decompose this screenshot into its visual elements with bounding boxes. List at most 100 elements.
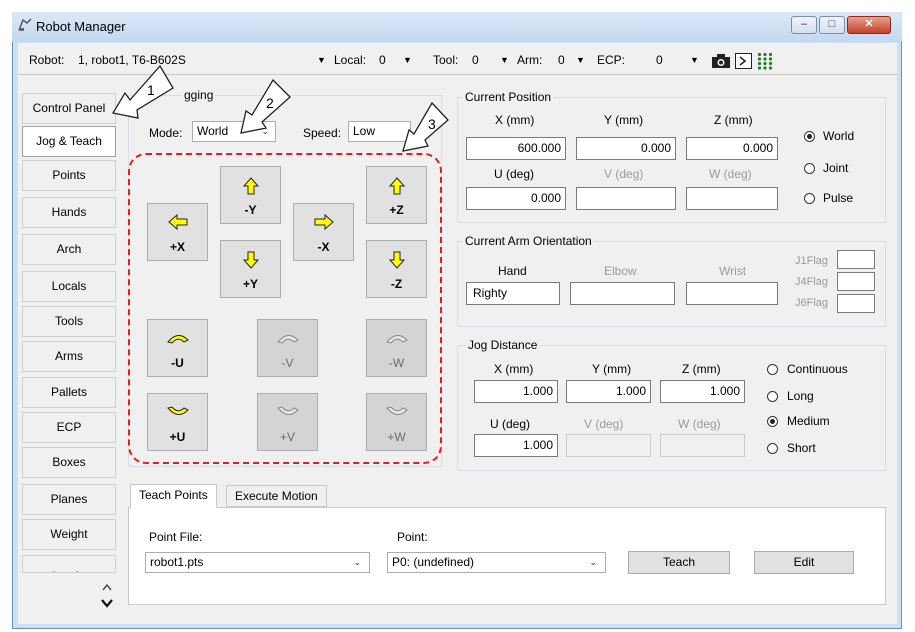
tab-teach-points[interactable]: Teach Points bbox=[130, 484, 217, 508]
speed-label: Speed: bbox=[303, 126, 342, 140]
jog-pos-x-label: +X bbox=[169, 240, 185, 254]
pos-u-field[interactable]: 0.000 bbox=[466, 187, 566, 210]
jog-neg-w-button[interactable]: -W bbox=[366, 319, 427, 377]
local-select[interactable]: 0 bbox=[379, 53, 386, 67]
radio-long-label: Long bbox=[787, 389, 814, 403]
sidebar-item-pallets[interactable]: Pallets bbox=[22, 377, 116, 408]
rotate-cw-icon bbox=[385, 406, 408, 415]
jog-pos-v-button[interactable]: +V bbox=[257, 393, 318, 451]
jog-pos-y-button[interactable]: +Y bbox=[220, 240, 281, 298]
point-file-select[interactable]: robot1.pts ⌄ bbox=[145, 552, 370, 573]
jog-pos-z-button[interactable]: +Z bbox=[366, 166, 427, 224]
annotation-number-3: 3 bbox=[428, 116, 436, 132]
robot-app-icon bbox=[18, 18, 32, 31]
dist-x-field[interactable]: 1.000 bbox=[474, 380, 558, 403]
sidebar-item-jog-teach[interactable]: Jog & Teach bbox=[22, 126, 116, 157]
robot-dropdown-icon[interactable]: ▼ bbox=[317, 55, 326, 65]
sidebar-item-planes[interactable]: Planes bbox=[22, 484, 116, 515]
jog-pos-w-button[interactable]: +W bbox=[366, 393, 427, 451]
jog-neg-z-button[interactable]: -Z bbox=[366, 240, 427, 298]
pos-v-field[interactable] bbox=[576, 187, 676, 210]
sidebar-item-tools[interactable]: Tools bbox=[22, 306, 116, 337]
arrow-down-icon bbox=[242, 251, 259, 269]
minimize-button[interactable]: – bbox=[791, 16, 817, 34]
jog-neg-u-button[interactable]: -U bbox=[147, 319, 208, 377]
teach-button[interactable]: Teach bbox=[628, 551, 730, 574]
elbow-field[interactable] bbox=[570, 282, 675, 305]
j4flag-field[interactable] bbox=[837, 272, 875, 291]
jog-pos-u-button[interactable]: +U bbox=[147, 393, 208, 451]
arrow-up-icon bbox=[242, 177, 259, 195]
radio-joint[interactable] bbox=[804, 163, 815, 174]
radio-long[interactable] bbox=[767, 391, 778, 402]
jog-neg-x-button[interactable]: -X bbox=[293, 203, 354, 261]
pos-z-field[interactable]: 0.000 bbox=[686, 137, 778, 160]
dist-y-field[interactable]: 1.000 bbox=[566, 380, 651, 403]
annotation-arrow-2 bbox=[240, 78, 291, 134]
radio-short[interactable] bbox=[767, 443, 778, 454]
wrist-field[interactable] bbox=[686, 282, 778, 305]
hand-field[interactable]: Righty bbox=[466, 282, 560, 305]
radio-continuous[interactable] bbox=[767, 364, 778, 375]
rotate-ccw-icon bbox=[385, 335, 408, 344]
jog-pos-x-button[interactable]: +X bbox=[147, 203, 208, 261]
dist-u-field[interactable]: 1.000 bbox=[474, 434, 558, 457]
sidebar-item-arch[interactable]: Arch bbox=[22, 234, 116, 265]
ecp-select[interactable]: 0 bbox=[656, 53, 663, 67]
radio-medium[interactable] bbox=[767, 416, 778, 427]
robot-label: Robot: bbox=[29, 53, 65, 67]
jog-distance-title: Jog Distance bbox=[466, 338, 540, 352]
radio-pulse[interactable] bbox=[804, 193, 815, 204]
tool-select[interactable]: 0 bbox=[472, 53, 479, 67]
arm-label: Arm: bbox=[517, 53, 543, 67]
pos-w-field[interactable] bbox=[686, 187, 778, 210]
maximize-button[interactable]: □ bbox=[819, 16, 845, 34]
radio-world[interactable] bbox=[804, 131, 815, 142]
point-select[interactable]: P0: (undefined) ⌄ bbox=[387, 552, 606, 573]
j6flag-field[interactable] bbox=[837, 294, 875, 313]
jog-neg-y-button[interactable]: -Y bbox=[220, 166, 281, 224]
sidebar-item-points[interactable]: Points bbox=[22, 160, 116, 191]
arrow-left-icon bbox=[167, 214, 187, 230]
radio-medium-label: Medium bbox=[787, 414, 830, 428]
annotation-arrow-1 bbox=[111, 64, 174, 119]
pos-y-field[interactable]: 0.000 bbox=[576, 137, 676, 160]
jog-neg-u-label: -U bbox=[171, 356, 184, 370]
dist-v-field bbox=[566, 434, 651, 457]
tab-execute-motion[interactable]: Execute Motion bbox=[226, 485, 327, 507]
command-prompt-icon[interactable] bbox=[735, 53, 752, 69]
camera-icon[interactable] bbox=[711, 53, 731, 69]
pos-v-label: V (deg) bbox=[604, 167, 644, 181]
point-file-dropdown-icon: ⌄ bbox=[353, 557, 361, 567]
radio-pulse-label: Pulse bbox=[823, 191, 854, 205]
ecp-label: ECP: bbox=[597, 53, 626, 67]
ecp-dropdown-icon[interactable]: ▼ bbox=[690, 55, 699, 65]
local-dropdown-icon[interactable]: ▼ bbox=[403, 55, 412, 65]
dist-z-label: Z (mm) bbox=[682, 362, 721, 376]
radio-world-label: World bbox=[823, 129, 855, 143]
close-button[interactable]: ✕ bbox=[847, 16, 891, 34]
dist-z-field[interactable]: 1.000 bbox=[660, 380, 745, 403]
sidebar-item-inertia[interactable]: Inertia bbox=[22, 555, 116, 573]
j4flag-label: J4Flag bbox=[795, 276, 829, 288]
j1flag-label: J1Flag bbox=[795, 255, 829, 267]
j1flag-field[interactable] bbox=[837, 250, 875, 269]
arm-select[interactable]: 0 bbox=[558, 53, 565, 67]
sidebar-item-ecp[interactable]: ECP bbox=[22, 412, 116, 443]
tool-dropdown-icon[interactable]: ▼ bbox=[500, 55, 509, 65]
point-file-label: Point File: bbox=[149, 530, 203, 544]
arm-dropdown-icon[interactable]: ▼ bbox=[576, 55, 585, 65]
sidebar-item-hands[interactable]: Hands bbox=[22, 197, 116, 228]
jog-neg-v-button[interactable]: -V bbox=[257, 319, 318, 377]
sidebar-item-weight[interactable]: Weight bbox=[22, 519, 116, 550]
annotation-number-2: 2 bbox=[266, 95, 274, 111]
pos-x-label: X (mm) bbox=[495, 113, 535, 127]
sidebar-item-arms[interactable]: Arms bbox=[22, 341, 116, 372]
sidebar-item-locals[interactable]: Locals bbox=[22, 271, 116, 302]
sidebar-scroll-arrows[interactable] bbox=[97, 574, 117, 614]
io-monitor-icon[interactable] bbox=[757, 52, 773, 70]
point-dropdown-icon: ⌄ bbox=[589, 557, 597, 567]
edit-button[interactable]: Edit bbox=[754, 551, 854, 574]
sidebar-item-boxes[interactable]: Boxes bbox=[22, 447, 116, 478]
pos-x-field[interactable]: 600.000 bbox=[466, 137, 566, 160]
